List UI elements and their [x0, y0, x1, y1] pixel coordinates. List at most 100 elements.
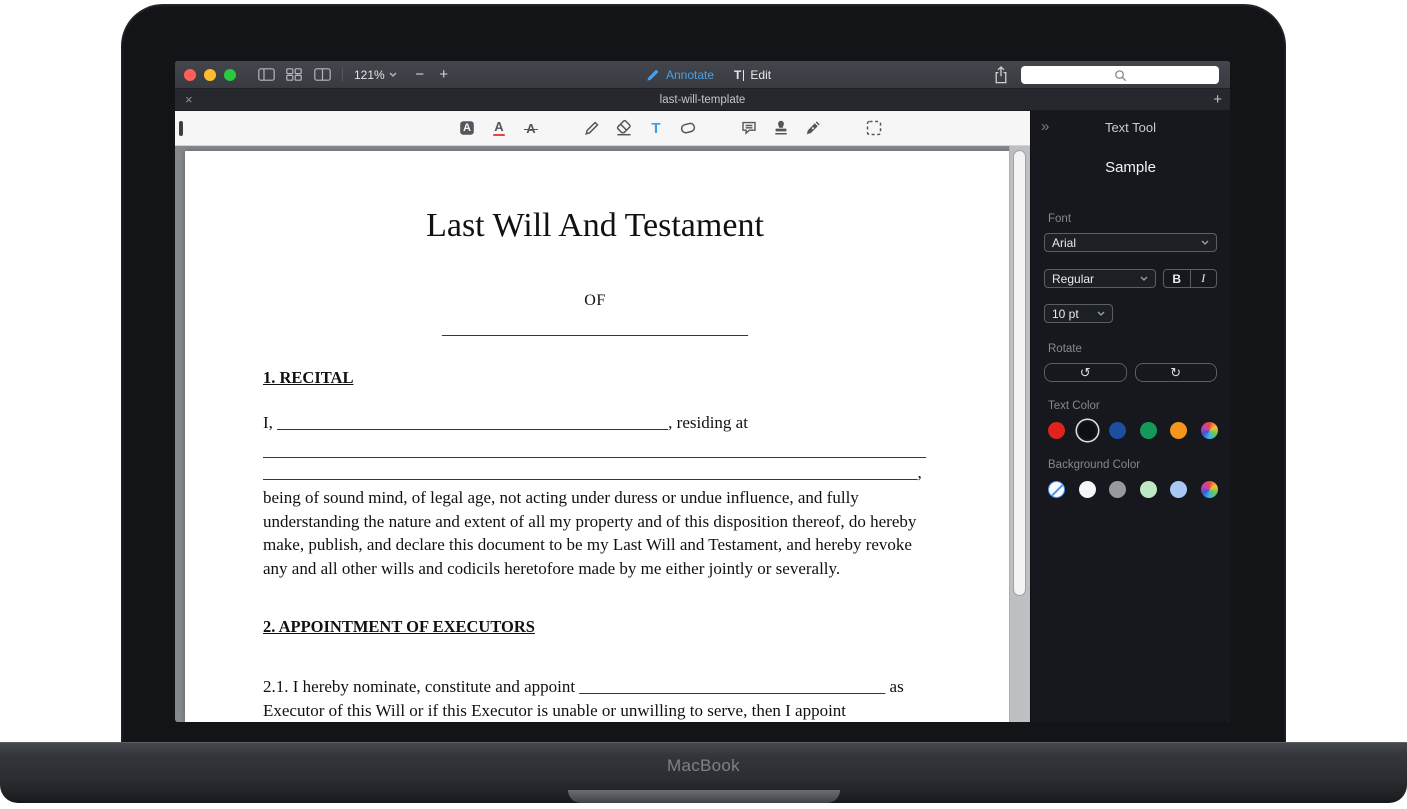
strikethrough-tool-button[interactable]: A	[519, 115, 543, 141]
name-blank-line: ____________________________________	[263, 317, 927, 341]
text-tool-icon: T	[651, 120, 660, 137]
macbook-base: MacBook	[0, 742, 1407, 803]
annotation-toolbar: A A A	[175, 111, 1030, 146]
annotate-mode-button[interactable]: Annotate	[645, 68, 714, 83]
font-family-dropdown[interactable]: Arial	[1044, 233, 1217, 252]
new-tab-button[interactable]: +	[1213, 89, 1222, 110]
background-color-gray[interactable]	[1109, 481, 1126, 498]
strikethrough-icon: A	[526, 122, 535, 135]
edit-label: Edit	[750, 68, 771, 82]
background-color-none[interactable]	[1048, 481, 1065, 498]
collapse-panel-icon[interactable]: »	[1041, 118, 1049, 135]
italic-button[interactable]: I	[1190, 270, 1217, 287]
background-color-light-blue[interactable]	[1170, 481, 1187, 498]
document-column: A A A	[175, 111, 1030, 722]
edit-mode-button[interactable]: T Edit	[734, 68, 771, 82]
drawing-group: T	[580, 115, 700, 141]
scrollbar-thumb[interactable]	[1013, 150, 1026, 596]
minimize-window-button[interactable]	[204, 69, 216, 81]
background-color-label: Background Color	[1048, 459, 1230, 471]
search-input[interactable]	[1021, 66, 1219, 84]
main-region: A A A	[175, 111, 1230, 722]
clause-2-1-line1: 2.1. I hereby nominate, constitute and a…	[263, 675, 927, 699]
annotate-label: Annotate	[666, 68, 714, 82]
highlight-tool-button[interactable]: A	[455, 115, 479, 141]
font-style-dropdown[interactable]: Regular	[1044, 269, 1156, 288]
chevron-down-icon	[1140, 276, 1148, 281]
text-color-green[interactable]	[1140, 422, 1157, 439]
bold-button[interactable]: B	[1164, 270, 1190, 287]
view-buttons	[255, 65, 333, 85]
toolbar-divider	[342, 68, 343, 81]
document-title: Last Will And Testament	[263, 205, 927, 247]
highlight-icon: A	[463, 122, 471, 134]
share-icon	[993, 66, 1009, 84]
stamps-group	[737, 115, 825, 141]
font-size-dropdown[interactable]: 10 pt	[1044, 304, 1113, 323]
panel-title: Text Tool	[1031, 111, 1230, 145]
address-blank-line-2: ________________________________________…	[263, 462, 927, 484]
zoom-controls: 121% − +	[354, 66, 453, 83]
signature-tool-button[interactable]	[801, 115, 825, 141]
sidebar-toggle-icon[interactable]	[255, 65, 277, 85]
close-window-button[interactable]	[184, 69, 196, 81]
selection-group	[862, 115, 886, 141]
panel-drag-handle[interactable]	[179, 121, 183, 136]
tab-bar[interactable]: × last-will-template +	[175, 89, 1230, 111]
text-color-multicolor[interactable]	[1201, 422, 1218, 439]
text-markup-group: A A A	[455, 115, 543, 141]
zoom-window-button[interactable]	[224, 69, 236, 81]
eraser-tool-button[interactable]	[612, 115, 636, 141]
text-tool-panel: » Text Tool Sample Font Arial	[1030, 111, 1230, 722]
zoom-level-value: 121%	[354, 68, 385, 82]
text-tool-button[interactable]: T	[644, 115, 668, 141]
main-toolbar: 121% − + Annotate	[175, 61, 1230, 89]
edit-text-icon: T	[734, 69, 744, 81]
underline-tool-button[interactable]: A	[487, 115, 511, 141]
section1-body: being of sound mind, of legal age, not a…	[263, 486, 927, 580]
zoom-level-dropdown[interactable]: 121%	[354, 68, 397, 82]
chevron-down-icon	[1097, 311, 1105, 316]
text-color-orange[interactable]	[1170, 422, 1187, 439]
font-style-value: Regular	[1052, 272, 1094, 286]
pen-tool-button[interactable]	[580, 115, 604, 141]
clause-2-1-line2: Executor of this Will or if this Executo…	[263, 699, 927, 723]
select-tool-button[interactable]	[862, 115, 886, 141]
font-size-value: 10 pt	[1052, 307, 1079, 321]
note-tool-button[interactable]	[737, 115, 761, 141]
app-window: 121% − + Annotate	[175, 61, 1230, 722]
rotate-label: Rotate	[1048, 343, 1230, 355]
rotate-cw-icon: ↻	[1170, 365, 1181, 380]
text-color-red[interactable]	[1048, 422, 1065, 439]
share-button[interactable]	[990, 65, 1012, 85]
underline-icon: A	[493, 120, 505, 136]
document-page[interactable]: Last Will And Testament OF _____________…	[185, 151, 1009, 722]
section2-heading: 2. APPOINTMENT OF EXECUTORS	[263, 616, 927, 637]
text-color-blue[interactable]	[1109, 422, 1126, 439]
annotate-pen-icon	[645, 68, 660, 83]
document-area: Last Will And Testament OF _____________…	[175, 146, 1030, 722]
zoom-in-button[interactable]: +	[435, 66, 453, 83]
shapes-tool-button[interactable]	[676, 115, 700, 141]
eraser-icon	[615, 119, 633, 137]
background-color-light-green[interactable]	[1140, 481, 1157, 498]
tab-title: last-will-template	[175, 89, 1230, 110]
background-color-multicolor[interactable]	[1201, 481, 1218, 498]
split-view-icon[interactable]	[311, 65, 333, 85]
note-icon	[740, 119, 758, 137]
stamp-tool-button[interactable]	[769, 115, 793, 141]
zoom-out-button[interactable]: −	[411, 66, 429, 83]
shapes-icon	[679, 119, 697, 137]
macbook-lid-notch	[568, 790, 840, 803]
rotate-ccw-button[interactable]: ↺	[1044, 363, 1127, 382]
section1-intro-line: I, _____________________________________…	[263, 412, 927, 434]
text-color-black[interactable]	[1079, 422, 1096, 439]
font-label: Font	[1048, 213, 1230, 225]
macbook-screen-bezel: 121% − + Annotate	[121, 4, 1286, 745]
address-blank-line-1: ________________________________________…	[263, 440, 927, 462]
selection-marquee-icon	[865, 119, 883, 137]
vertical-scrollbar[interactable]	[1009, 146, 1030, 722]
rotate-cw-button[interactable]: ↻	[1135, 363, 1218, 382]
thumbnails-view-icon[interactable]	[283, 65, 305, 85]
background-color-white[interactable]	[1079, 481, 1096, 498]
